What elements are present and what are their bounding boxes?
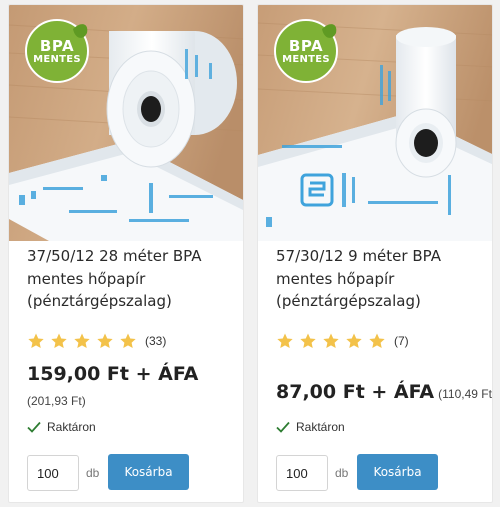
star-icon xyxy=(345,332,363,350)
check-icon xyxy=(27,421,41,433)
star-icon xyxy=(73,332,91,350)
stock-status: Raktáron xyxy=(27,420,96,434)
quantity-input[interactable] xyxy=(276,455,328,491)
star-icon xyxy=(27,332,45,350)
product-card: BPA MENTES 57/30/12 9 méter BPA mentes h… xyxy=(257,4,493,503)
rating-count[interactable]: (7) xyxy=(394,334,409,348)
badge-label: BPA xyxy=(39,37,75,55)
product-image[interactable]: BPA MENTES xyxy=(9,5,243,241)
stock-status: Raktáron xyxy=(276,420,345,434)
add-to-cart-button[interactable]: Kosárba xyxy=(108,454,189,490)
check-icon xyxy=(276,421,290,433)
stock-label: Raktáron xyxy=(47,420,96,434)
price-gross: (110,49 Ft) xyxy=(438,387,493,401)
unit-label: db xyxy=(86,466,100,480)
product-title[interactable]: 57/30/12 9 méter BPA mentes hőpapír (pén… xyxy=(276,245,481,313)
badge-label: BPA xyxy=(288,37,324,55)
star-icon xyxy=(119,332,137,350)
bpa-mentes-badge: BPA MENTES xyxy=(23,17,91,85)
rating: (33) xyxy=(27,330,166,352)
rating: (7) xyxy=(276,330,409,352)
star-icon xyxy=(96,332,114,350)
product-card: BPA MENTES 37/50/12 28 méter BPA mentes … xyxy=(8,4,244,503)
quantity-input[interactable] xyxy=(27,455,79,491)
product-image[interactable]: BPA MENTES xyxy=(258,5,492,241)
star-icon xyxy=(276,332,294,350)
price-net: 159,00 Ft + ÁFA xyxy=(27,363,199,385)
badge-sublabel: MENTES xyxy=(282,54,330,65)
star-icon xyxy=(368,332,386,350)
star-icon xyxy=(50,332,68,350)
price-gross: (201,93 Ft) xyxy=(27,394,86,408)
add-to-cart-button[interactable]: Kosárba xyxy=(357,454,438,490)
rating-count[interactable]: (33) xyxy=(145,334,166,348)
star-icon xyxy=(299,332,317,350)
stock-label: Raktáron xyxy=(296,420,345,434)
price-block: 87,00 Ft + ÁFA (110,49 Ft) xyxy=(276,381,493,403)
product-title[interactable]: 37/50/12 28 méter BPA mentes hőpapír (pé… xyxy=(27,245,232,313)
unit-label: db xyxy=(335,466,349,480)
badge-sublabel: MENTES xyxy=(33,54,81,65)
star-icon xyxy=(322,332,340,350)
price-net: 87,00 Ft + ÁFA xyxy=(276,381,435,403)
bpa-mentes-badge: BPA MENTES xyxy=(272,17,340,85)
